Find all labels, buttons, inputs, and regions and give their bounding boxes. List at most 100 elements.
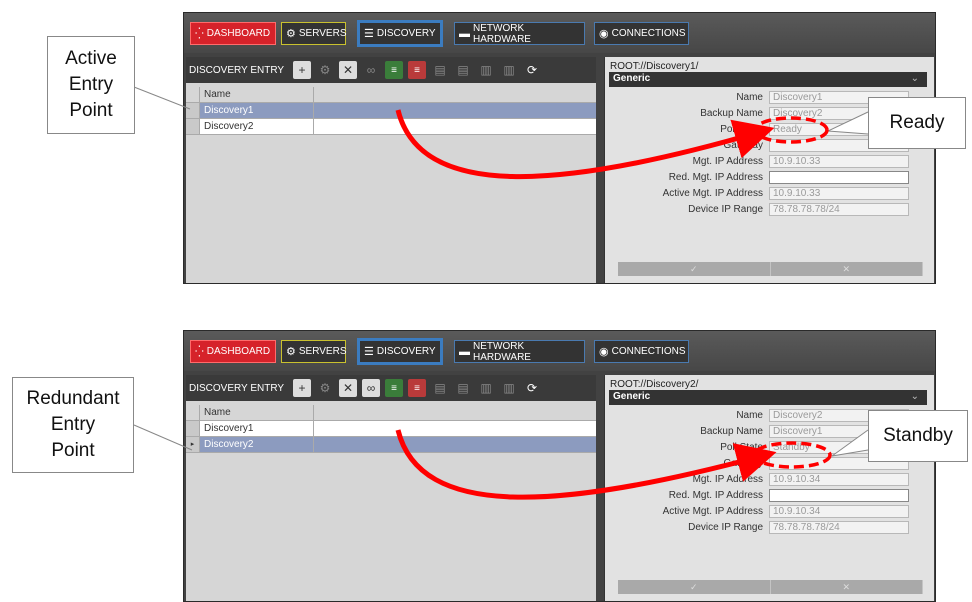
refresh-icon[interactable]: ⟳ [523,379,541,397]
row-spacer [314,119,596,135]
field-label: Backup Name [700,108,763,119]
tab-connections[interactable]: ◉ CONNECTIONS [594,22,689,45]
chevron-down-icon[interactable]: ⌄ [911,73,919,84]
field-label: Red. Mgt. IP Address [668,172,763,183]
field-label: Device IP Range [688,522,763,533]
tab-network-hardware[interactable]: ▬ NETWORK HARDWARE [454,340,585,363]
import-icon[interactable]: ▤ [431,379,449,397]
connection-icon: ◉ [599,28,609,40]
row-spacer [314,103,596,119]
tab-discovery[interactable]: ☰ DISCOVERY [357,338,443,365]
field-row: Red. Mgt. IP Address [609,489,927,503]
confirm-icon[interactable]: ✓ [618,580,771,594]
tab-servers[interactable]: ⚙ SERVERS [281,22,347,45]
active-mgt-ip-field[interactable]: 10.9.10.34 [769,505,909,518]
field-label: Active Mgt. IP Address [662,506,763,517]
enable-icon[interactable]: ≡ [385,61,404,79]
connection-icon: ◉ [599,346,609,358]
row-selector[interactable] [186,421,200,437]
field-label: Gateway [723,458,763,469]
chevron-down-icon[interactable]: ⌄ [911,391,919,402]
selector-header [186,405,200,421]
tab-servers[interactable]: ⚙ SERVERS [281,340,347,363]
red-mgt-ip-field[interactable] [769,171,909,184]
field-label: Gateway [723,140,763,151]
callout-pointer [133,85,191,110]
callout-ready: Ready [868,97,966,149]
column-name-header[interactable]: Name [200,87,314,103]
cancel-icon[interactable]: ✕ [771,580,923,594]
network-icon: ▬ [459,27,470,40]
discovery-grid: Name Discovery1 ▸ Discovery2 [186,405,596,453]
column-spacer [314,87,596,103]
settings-icon[interactable]: ⚙ [316,379,334,397]
link-icon[interactable]: ∞ [362,379,381,397]
row-selector[interactable] [186,103,200,119]
ip-icon[interactable]: ▥ [477,61,495,79]
row-selector[interactable]: ▸ [186,437,200,453]
tab-connections[interactable]: ◉ CONNECTIONS [594,340,689,363]
network-icon: ▬ [459,345,470,358]
list-icon: ☰ [364,28,374,40]
callout-redundant-entry-point: Redundant Entry Point [12,377,134,473]
callout-active-entry-point: Active Entry Point [47,36,135,134]
selector-header [186,87,200,103]
discovery-toolbar: DISCOVERY ENTRY + ⚙ ✕ ∞ ≡ ≡ ▤ ▤ ▥ ▥ ⟳ [186,57,596,83]
callout-line: Entry [68,74,114,95]
import-icon[interactable]: ▤ [431,61,449,79]
app-window-active: ⁛ DASHBOARD ⚙ SERVERS ☰ DISCOVERY ▬ NETWORK … [183,12,936,284]
field-label: Backup Name [700,426,763,437]
field-label: Name [736,92,763,103]
tab-dashboard[interactable]: ⁛ DASHBOARD [190,22,276,45]
tab-network-label: NETWORK HARDWARE [473,22,531,45]
section-header-generic[interactable]: Generic ⌄ [609,390,927,405]
add-icon[interactable]: + [293,379,312,397]
link-icon[interactable]: ∞ [362,61,380,79]
delete-icon[interactable]: ✕ [339,379,358,397]
delete-icon[interactable]: ✕ [339,61,358,79]
enable-icon[interactable]: ≡ [385,379,404,397]
row-name-cell: Discovery2 [200,119,314,135]
column-name-header[interactable]: Name [200,405,314,421]
table-row[interactable]: Discovery2 [186,119,596,135]
active-mgt-ip-field[interactable]: 10.9.10.33 [769,187,909,200]
tab-connections-label: CONNECTIONS [611,346,686,357]
mgt-ip-field[interactable]: 10.9.10.34 [769,473,909,486]
refresh-icon[interactable]: ⟳ [523,61,541,79]
mgt-ip-field[interactable]: 10.9.10.33 [769,155,909,168]
section-header-generic[interactable]: Generic ⌄ [609,72,927,87]
ip-icon[interactable]: ▥ [477,379,495,397]
cancel-icon[interactable]: ✕ [771,262,923,276]
table-row[interactable]: ▸ Discovery2 [186,437,596,453]
disable-icon[interactable]: ≡ [408,61,427,79]
row-spacer [314,421,596,437]
field-label: Mgt. IP Address [692,156,763,167]
gear-icon: ⚙ [286,346,296,358]
export-icon[interactable]: ▤ [454,61,472,79]
discovery-list-pane: DISCOVERY ENTRY + ⚙ ✕ ∞ ≡ ≡ ▤ ▤ ▥ ▥ ⟳ Na… [186,375,596,601]
tab-discovery[interactable]: ☰ DISCOVERY [357,20,443,47]
add-icon[interactable]: + [293,61,312,79]
section-title: Generic [613,391,651,402]
tab-discovery-label: DISCOVERY [376,28,436,39]
dashboard-icon: ⁛ [195,28,204,40]
confirm-icon[interactable]: ✓ [618,262,771,276]
row-selector[interactable] [186,119,200,135]
field-label: Poll State [720,442,763,453]
red-mgt-ip-field[interactable] [769,489,909,502]
export-icon[interactable]: ▤ [454,379,472,397]
table-row[interactable]: Discovery1 [186,421,596,437]
disable-icon[interactable]: ≡ [408,379,427,397]
tab-network-hardware[interactable]: ▬ NETWORK HARDWARE [454,22,585,45]
tab-dashboard[interactable]: ⁛ DASHBOARD [190,340,276,363]
ip-alt-icon[interactable]: ▥ [500,379,518,397]
top-nav-bar: ⁛ DASHBOARD ⚙ SERVERS ☰ DISCOVERY ▬ NETWORK … [184,331,935,371]
callout-standby: Standby [868,410,968,462]
device-ip-range-field[interactable]: 78.78.78.78/24 [769,203,909,216]
tab-connections-label: CONNECTIONS [611,28,686,39]
table-row[interactable]: Discovery1 [186,103,596,119]
settings-icon[interactable]: ⚙ [316,61,334,79]
ip-alt-icon[interactable]: ▥ [500,61,518,79]
device-ip-range-field[interactable]: 78.78.78.78/24 [769,521,909,534]
toolbar-label: DISCOVERY ENTRY [189,382,285,394]
